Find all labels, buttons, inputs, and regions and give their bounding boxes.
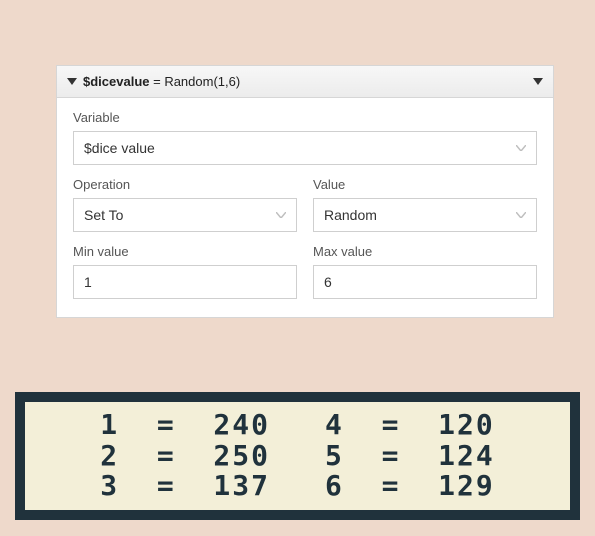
game-console-output: 1 = 240 2 = 250 3 = 137 4 = 120 5 = 124 …	[15, 392, 580, 520]
panel-title: $dicevalue = Random(1,6)	[83, 74, 533, 89]
console-column-left: 1 = 240 2 = 250 3 = 137	[100, 410, 270, 502]
operation-select-value: Set To	[84, 207, 123, 223]
min-input-value: 1	[84, 274, 92, 290]
operation-label: Operation	[73, 177, 297, 192]
value-select[interactable]: Random	[313, 198, 537, 232]
max-input[interactable]: 6	[313, 265, 537, 299]
collapse-icon	[67, 78, 77, 85]
console-column-right: 4 = 120 5 = 124 6 = 129	[325, 410, 495, 502]
panel-body: Variable $dice value Operation Set To	[57, 98, 553, 317]
min-label: Min value	[73, 244, 297, 259]
dropdown-icon[interactable]	[533, 78, 543, 85]
max-input-value: 6	[324, 274, 332, 290]
panel-header[interactable]: $dicevalue = Random(1,6)	[57, 66, 553, 98]
variable-select[interactable]: $dice value	[73, 131, 537, 165]
chevron-down-icon	[276, 212, 286, 218]
variable-select-value: $dice value	[84, 140, 155, 156]
operation-select[interactable]: Set To	[73, 198, 297, 232]
variable-label: Variable	[73, 110, 537, 125]
chevron-down-icon	[516, 145, 526, 151]
event-editor-panel: $dicevalue = Random(1,6) Variable $dice …	[56, 65, 554, 318]
value-label: Value	[313, 177, 537, 192]
console-line: 6 = 129	[325, 471, 495, 502]
chevron-down-icon	[516, 212, 526, 218]
value-select-value: Random	[324, 207, 377, 223]
console-line: 2 = 250	[100, 441, 270, 472]
console-line: 3 = 137	[100, 471, 270, 502]
console-line: 1 = 240	[100, 410, 270, 441]
max-label: Max value	[313, 244, 537, 259]
console-line: 5 = 124	[325, 441, 495, 472]
min-input[interactable]: 1	[73, 265, 297, 299]
console-line: 4 = 120	[325, 410, 495, 441]
